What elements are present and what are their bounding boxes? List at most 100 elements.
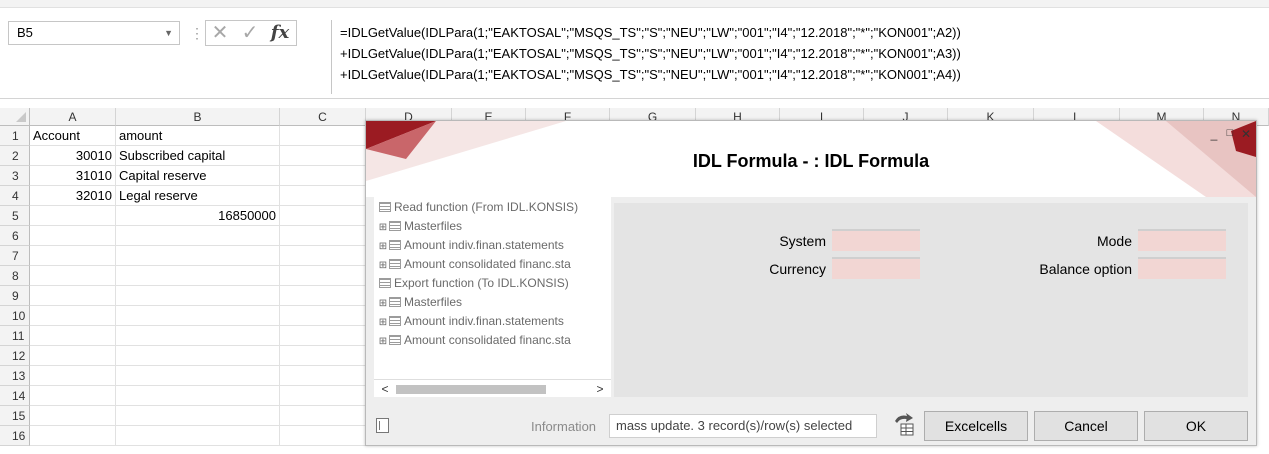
tree-item-amount-consolidated[interactable]: ⊞ Amount consolidated financ.sta xyxy=(378,255,571,274)
row-header[interactable]: 15 xyxy=(0,406,30,426)
row-header[interactable]: 1 xyxy=(0,126,30,146)
cell[interactable] xyxy=(30,406,116,426)
enter-icon[interactable]: ✓ xyxy=(236,21,264,45)
cell[interactable] xyxy=(280,406,366,426)
insert-function-icon[interactable]: fx xyxy=(266,21,294,45)
scroll-left-icon[interactable]: < xyxy=(376,380,394,397)
cell[interactable] xyxy=(116,226,280,246)
chevron-down-icon[interactable]: ▼ xyxy=(164,22,173,44)
cell[interactable] xyxy=(30,226,116,246)
mode-field[interactable] xyxy=(1138,229,1226,251)
formula-input[interactable]: =IDLGetValue(IDLPara(1;"EAKTOSAL";"MSQS_… xyxy=(331,20,1269,94)
cell-a3[interactable]: 31010 xyxy=(30,166,116,186)
select-all-corner[interactable] xyxy=(0,108,30,126)
cell[interactable] xyxy=(30,306,116,326)
expand-icon[interactable]: ⊞ xyxy=(378,313,388,332)
cell[interactable] xyxy=(30,246,116,266)
row-header[interactable]: 8 xyxy=(0,266,30,286)
cancel-icon[interactable]: ✕ xyxy=(206,21,234,45)
cell-a4[interactable]: 32010 xyxy=(30,186,116,206)
cell[interactable] xyxy=(116,306,280,326)
row-header[interactable]: 9 xyxy=(0,286,30,306)
cell[interactable] xyxy=(116,426,280,446)
cell[interactable] xyxy=(280,206,366,226)
cell[interactable] xyxy=(30,346,116,366)
expand-icon[interactable]: ⊞ xyxy=(378,332,388,351)
cell[interactable] xyxy=(116,266,280,286)
cell[interactable] xyxy=(116,326,280,346)
cell-column-b[interactable]: amount Subscribed capital Capital reserv… xyxy=(116,126,280,454)
cell-b2[interactable]: Subscribed capital xyxy=(116,146,280,166)
row-header[interactable]: 11 xyxy=(0,326,30,346)
cell[interactable] xyxy=(280,146,366,166)
column-header-c[interactable]: C xyxy=(280,108,366,126)
cell[interactable] xyxy=(116,386,280,406)
ok-button[interactable]: OK xyxy=(1144,411,1248,441)
cell-a2[interactable]: 30010 xyxy=(30,146,116,166)
scroll-right-icon[interactable]: > xyxy=(591,380,609,397)
column-header-a[interactable]: A xyxy=(30,108,116,126)
cell[interactable] xyxy=(116,346,280,366)
name-box[interactable]: B5 ▼ xyxy=(8,21,180,45)
cell[interactable] xyxy=(30,286,116,306)
tree-item-amount-indiv[interactable]: ⊞ Amount indiv.finan.statements xyxy=(378,236,564,255)
row-header[interactable]: 2 xyxy=(0,146,30,166)
cell[interactable] xyxy=(30,206,116,226)
cell[interactable] xyxy=(280,226,366,246)
cell[interactable] xyxy=(30,266,116,286)
cell[interactable] xyxy=(280,346,366,366)
panel-toggle-icon[interactable] xyxy=(376,418,389,433)
cell[interactable] xyxy=(116,366,280,386)
cell[interactable] xyxy=(30,426,116,446)
cell[interactable] xyxy=(116,286,280,306)
cell-b4[interactable]: Legal reserve xyxy=(116,186,280,206)
tree-horizontal-scrollbar[interactable]: < > xyxy=(374,379,611,397)
tree-item-amount-indiv[interactable]: ⊞ Amount indiv.finan.statements xyxy=(378,312,564,331)
cell[interactable] xyxy=(30,326,116,346)
cell[interactable] xyxy=(280,286,366,306)
cell[interactable] xyxy=(280,366,366,386)
expand-icon[interactable]: ⊞ xyxy=(378,237,388,256)
cell[interactable] xyxy=(280,306,366,326)
cell-b5[interactable]: 16850000 xyxy=(116,206,280,226)
row-header[interactable]: 7 xyxy=(0,246,30,266)
cell-column-a[interactable]: Account 30010 31010 32010 xyxy=(30,126,116,454)
expand-icon[interactable]: ⊞ xyxy=(378,294,388,313)
row-header[interactable]: 6 xyxy=(0,226,30,246)
cell[interactable] xyxy=(116,406,280,426)
expand-icon[interactable]: ⊞ xyxy=(378,256,388,275)
cell[interactable] xyxy=(280,246,366,266)
tree-item-masterfiles[interactable]: ⊞ Masterfiles xyxy=(378,217,462,236)
currency-field[interactable] xyxy=(832,257,920,279)
row-header[interactable]: 13 xyxy=(0,366,30,386)
cancel-button[interactable]: Cancel xyxy=(1034,411,1138,441)
expand-icon[interactable]: ⊞ xyxy=(378,218,388,237)
scrollbar-thumb[interactable] xyxy=(396,385,546,394)
cell-b3[interactable]: Capital reserve xyxy=(116,166,280,186)
cell[interactable] xyxy=(280,326,366,346)
row-header[interactable]: 10 xyxy=(0,306,30,326)
tree-item-read-function[interactable]: Read function (From IDL.KONSIS) xyxy=(378,198,578,217)
row-header[interactable]: 3 xyxy=(0,166,30,186)
export-to-excel-icon[interactable] xyxy=(893,412,915,436)
minimize-icon[interactable]: _ xyxy=(1208,127,1220,141)
cell-a1[interactable]: Account xyxy=(30,126,116,146)
excelcells-button[interactable]: Excelcells xyxy=(924,411,1028,441)
cell-column-c[interactable] xyxy=(280,126,366,454)
close-icon[interactable]: ✕ xyxy=(1240,127,1252,141)
tree-item-masterfiles[interactable]: ⊞ Masterfiles xyxy=(378,293,462,312)
column-header-b[interactable]: B xyxy=(116,108,280,126)
cell[interactable] xyxy=(30,386,116,406)
balance-option-field[interactable] xyxy=(1138,257,1226,279)
cell[interactable] xyxy=(280,186,366,206)
row-header[interactable]: 4 xyxy=(0,186,30,206)
cell[interactable] xyxy=(280,266,366,286)
cell-b1[interactable]: amount xyxy=(116,126,280,146)
row-header[interactable]: 16 xyxy=(0,426,30,446)
cell[interactable] xyxy=(280,126,366,146)
maximize-icon[interactable]: □ xyxy=(1224,127,1236,139)
cell[interactable] xyxy=(280,426,366,446)
row-header[interactable]: 12 xyxy=(0,346,30,366)
cell[interactable] xyxy=(30,366,116,386)
row-header[interactable]: 5 xyxy=(0,206,30,226)
